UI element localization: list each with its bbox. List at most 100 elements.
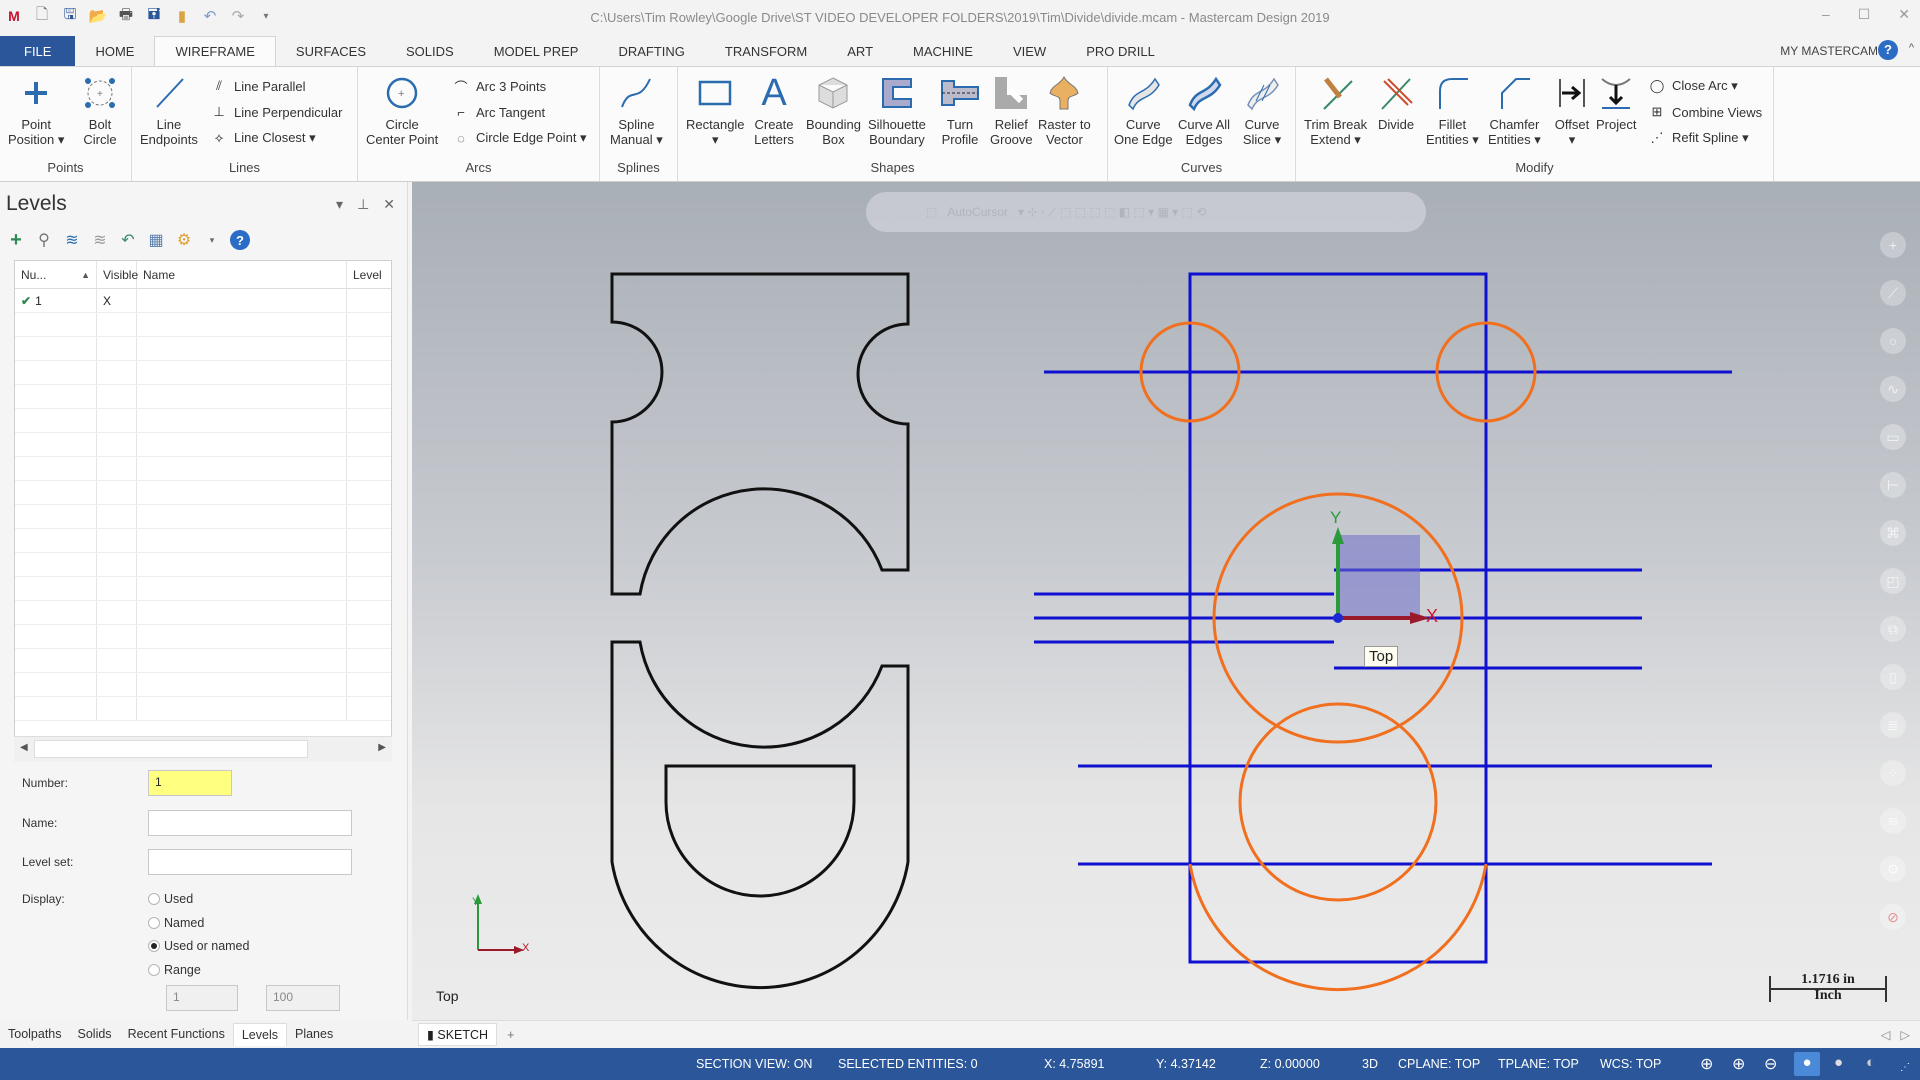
globe-icon-3[interactable]: ⊖: [1764, 1054, 1777, 1074]
tab-file[interactable]: FILE: [0, 36, 76, 66]
tag-icon[interactable]: ⌘: [1880, 520, 1906, 546]
maximize-button[interactable]: ☐: [1858, 6, 1871, 23]
tab-recent-functions[interactable]: Recent Functions: [120, 1023, 233, 1045]
collapse-ribbon-icon[interactable]: ^: [1909, 42, 1914, 54]
cplane-status[interactable]: CPLANE: TOP: [1398, 1057, 1480, 1071]
add-sheet-button[interactable]: +: [507, 1028, 514, 1042]
x-coordinate[interactable]: X: 4.75891: [1044, 1057, 1104, 1071]
line-endpoints-button[interactable]: Line Endpoints: [140, 73, 198, 147]
line-perpendicular-button[interactable]: ⊥ Line Perpendicular: [210, 103, 342, 121]
panel-menu-icon[interactable]: ▾: [336, 196, 343, 213]
undo-level-icon[interactable]: ↶: [118, 230, 138, 250]
radio-used[interactable]: Used: [148, 892, 193, 906]
tab-drafting[interactable]: DRAFTING: [598, 36, 704, 66]
wireframe-globe-icon[interactable]: ⊕: [1700, 1054, 1713, 1074]
circle-edge-point-button[interactable]: ◌ Circle Edge Point ▾: [452, 129, 586, 147]
dimension-icon[interactable]: ⊢: [1880, 472, 1906, 498]
name-field[interactable]: [148, 810, 352, 836]
sheet-scroll-right-icon[interactable]: ▷: [1900, 1027, 1910, 1042]
tab-art[interactable]: ART: [827, 36, 893, 66]
help-icon[interactable]: ?: [1878, 40, 1898, 60]
box-tool-icon[interactable]: ◰: [1880, 568, 1906, 594]
arc-tangent-button[interactable]: ⌐ Arc Tangent: [452, 103, 545, 121]
rect-tool-icon[interactable]: ▭: [1880, 424, 1906, 450]
divide-button[interactable]: Divide: [1376, 73, 1416, 132]
tab-levels[interactable]: Levels: [232, 1022, 287, 1046]
scroll-left-icon[interactable]: ◀: [20, 742, 28, 753]
offset-button[interactable]: Offset ▾: [1552, 73, 1592, 147]
spline-tool-icon[interactable]: ∿: [1880, 376, 1906, 402]
close-button[interactable]: ✕: [1898, 6, 1910, 23]
level-cell[interactable]: [347, 289, 391, 312]
pin-icon[interactable]: ⊥: [357, 196, 369, 213]
circle-tool-icon[interactable]: ○: [1880, 328, 1906, 354]
help-circle-icon[interactable]: ?: [230, 230, 250, 250]
fillet-entities-button[interactable]: Fillet Entities ▾: [1426, 73, 1479, 147]
layers-icon[interactable]: ≋: [62, 230, 82, 250]
minimize-button[interactable]: –: [1822, 6, 1830, 23]
tab-surfaces[interactable]: SURFACES: [276, 36, 386, 66]
layer-icon[interactable]: ≣: [1880, 712, 1906, 738]
tab-solids[interactable]: SOLIDS: [386, 36, 474, 66]
silhouette-boundary-button[interactable]: Silhouette Boundary: [868, 73, 926, 147]
page-icon[interactable]: ▯: [1880, 664, 1906, 690]
scroll-thumb[interactable]: [34, 740, 308, 758]
tab-toolpaths[interactable]: Toolpaths: [0, 1023, 70, 1045]
scroll-right-icon[interactable]: ▶: [378, 742, 386, 753]
project-button[interactable]: Project: [1596, 73, 1636, 132]
column-name[interactable]: Name: [137, 261, 347, 288]
table-row[interactable]: ✔ 1 X: [15, 289, 391, 313]
sheet-scroll-left-icon[interactable]: ◁: [1881, 1027, 1891, 1042]
tab-model-prep[interactable]: MODEL PREP: [474, 36, 599, 66]
tab-planes[interactable]: Planes: [287, 1023, 341, 1045]
tab-pro-drill[interactable]: PRO DRILL: [1066, 36, 1175, 66]
section-view-status[interactable]: SECTION VIEW: ON: [696, 1057, 812, 1071]
autocursor-dropdown[interactable]: AutoCursor: [947, 205, 1008, 219]
curve-slice-button[interactable]: Curve Slice ▾: [1242, 73, 1282, 147]
graphics-viewport[interactable]: Y X Top Y X Top 1.1716 in Inch: [412, 182, 1920, 1020]
add-level-icon[interactable]: +: [6, 229, 26, 251]
autocursor-icon[interactable]: ⬚: [926, 205, 937, 219]
radio-used-or-named[interactable]: Used or named: [148, 939, 249, 953]
y-coordinate[interactable]: Y: 4.37142: [1156, 1057, 1216, 1071]
tab-home[interactable]: HOME: [75, 36, 154, 66]
tplane-status[interactable]: TPLANE: TOP: [1498, 1057, 1579, 1071]
refit-spline-button[interactable]: ⋰ Refit Spline ▾: [1648, 129, 1749, 147]
sheet-tab-sketch[interactable]: ▮ SKETCH: [418, 1023, 498, 1046]
sphere-icon[interactable]: ●: [1834, 1054, 1843, 1071]
shaded-sphere-icon[interactable]: ●: [1794, 1052, 1820, 1076]
resize-grip-icon[interactable]: ⋰: [1900, 1062, 1910, 1073]
layers-gray-icon[interactable]: ≋: [90, 230, 110, 250]
visible-cell[interactable]: X: [97, 289, 137, 312]
globe-icon-2[interactable]: ⊕: [1732, 1054, 1745, 1074]
raster-to-vector-button[interactable]: Raster to Vector: [1038, 73, 1091, 147]
settings-icon[interactable]: ⚙: [1880, 856, 1906, 882]
tab-transform[interactable]: TRANSFORM: [705, 36, 827, 66]
scatter-icon[interactable]: ⁘: [1880, 760, 1906, 786]
column-visible[interactable]: Visible: [97, 261, 138, 288]
select-tools-icons[interactable]: ▾ ⊹ ◦ ⟋ ⬚ ⬚ ⬚ ⬚ ◧ ⬚ ▾ ▦ ▾ ⬚ ⟲: [1018, 205, 1206, 220]
name-cell[interactable]: [137, 289, 347, 312]
bounding-box-button[interactable]: Bounding Box: [806, 73, 861, 147]
line-parallel-button[interactable]: ⫽ Line Parallel: [210, 77, 305, 95]
level-set-field[interactable]: [148, 849, 352, 875]
line-closest-button[interactable]: ⟡ Line Closest ▾: [210, 129, 316, 147]
tab-wireframe[interactable]: WIREFRAME: [154, 36, 276, 66]
column-level[interactable]: Level: [347, 261, 391, 288]
my-mastercam-link[interactable]: MY MASTERCAM: [1780, 44, 1878, 58]
range-to-field[interactable]: 100: [266, 985, 340, 1011]
chamfer-entities-button[interactable]: Chamfer Entities ▾: [1488, 73, 1541, 147]
gear-icon[interactable]: ⚙: [174, 230, 194, 250]
line-tool-icon[interactable]: ⟋: [1880, 280, 1906, 306]
arc-3-points-button[interactable]: ⌒ Arc 3 Points: [452, 77, 546, 95]
tab-solids-manager[interactable]: Solids: [70, 1023, 120, 1045]
tab-machine[interactable]: MACHINE: [893, 36, 993, 66]
gear-dropdown-icon[interactable]: ▾: [202, 230, 222, 250]
z-coordinate[interactable]: Z: 0.00000: [1260, 1057, 1320, 1071]
mode-3d-toggle[interactable]: 3D: [1362, 1057, 1378, 1071]
wcs-status[interactable]: WCS: TOP: [1600, 1057, 1661, 1071]
bolt-circle-button[interactable]: + Bolt Circle: [80, 73, 120, 147]
panel-close-icon[interactable]: ✕: [383, 196, 395, 213]
radio-range[interactable]: Range: [148, 963, 201, 977]
add-icon[interactable]: +: [1880, 232, 1906, 258]
